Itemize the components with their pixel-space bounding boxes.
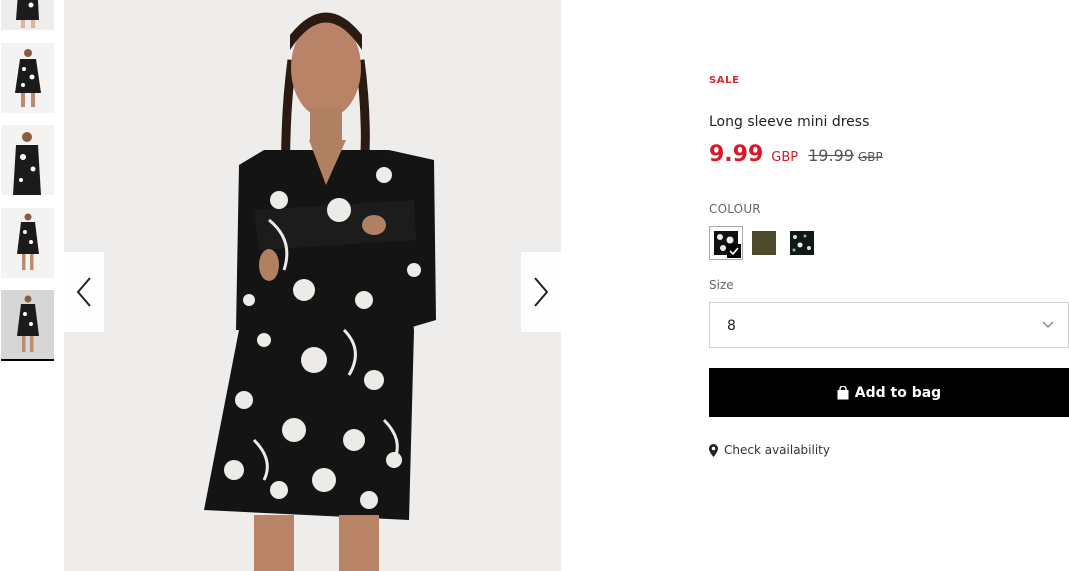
selected-check-icon bbox=[727, 244, 741, 258]
add-to-bag-label: Add to bag bbox=[854, 384, 942, 401]
thumbnail-strip bbox=[0, 0, 56, 571]
product-page: SALE Long sleeve mini dress 9.99 GBP 19.… bbox=[0, 0, 1069, 571]
swatch-dark-floral[interactable] bbox=[790, 231, 814, 255]
model-photo bbox=[64, 0, 561, 571]
colour-label: COLOUR bbox=[709, 202, 761, 216]
next-image-button[interactable] bbox=[521, 252, 561, 332]
check-availability-link[interactable]: Check availability bbox=[709, 443, 830, 457]
chevron-left-icon bbox=[76, 277, 91, 307]
current-price-currency: GBP bbox=[771, 150, 799, 165]
size-selected-value: 8 bbox=[727, 318, 736, 334]
sale-badge: SALE bbox=[709, 75, 740, 86]
main-product-image bbox=[64, 0, 561, 571]
product-title: Long sleeve mini dress bbox=[709, 114, 870, 130]
chevron-right-icon bbox=[534, 277, 549, 307]
size-label: Size bbox=[709, 278, 734, 292]
floral-pattern-icon bbox=[792, 234, 811, 252]
chevron-down-icon bbox=[1042, 321, 1054, 329]
thumbnail-5[interactable] bbox=[1, 290, 54, 360]
previous-image-button[interactable] bbox=[64, 252, 104, 332]
add-to-bag-button[interactable]: Add to bag bbox=[709, 368, 1069, 417]
map-pin-icon bbox=[709, 443, 718, 457]
price-row: 9.99 GBP 19.99 GBP bbox=[709, 142, 883, 167]
swatch-olive[interactable] bbox=[752, 231, 776, 255]
size-select[interactable]: 8 bbox=[709, 302, 1069, 348]
thumbnail-1[interactable] bbox=[1, 0, 54, 30]
swatch-black-floral[interactable] bbox=[709, 226, 743, 260]
current-price: 9.99 bbox=[709, 142, 764, 167]
thumbnail-4[interactable] bbox=[1, 208, 54, 278]
product-details-panel: SALE Long sleeve mini dress 9.99 GBP 19.… bbox=[709, 0, 1069, 571]
active-thumbnail-indicator bbox=[1, 359, 54, 361]
thumbnail-2[interactable] bbox=[1, 43, 54, 113]
original-price: 19.99 bbox=[808, 146, 854, 165]
thumbnail-3[interactable] bbox=[1, 125, 54, 195]
shopping-bag-icon bbox=[837, 385, 849, 399]
original-price-currency: GBP bbox=[857, 150, 883, 164]
check-availability-label: Check availability bbox=[724, 443, 830, 457]
